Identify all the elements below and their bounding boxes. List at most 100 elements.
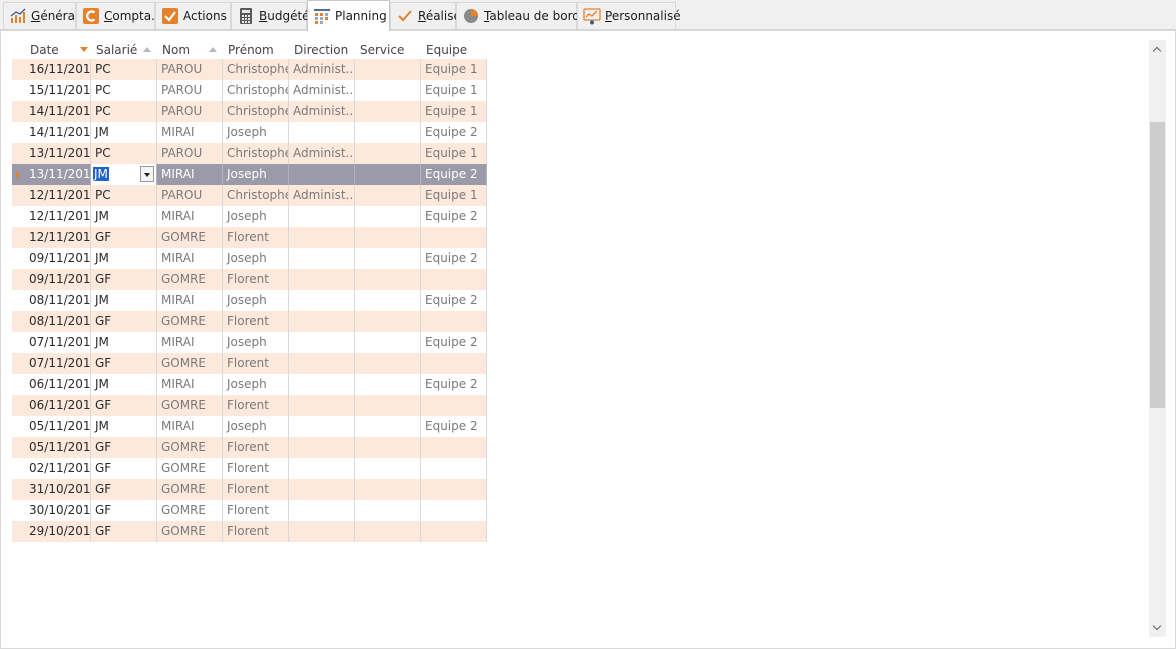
cell-salarie[interactable]: GF: [91, 500, 157, 521]
table-row[interactable]: 05/11/2018JMMIRAIJoseph Equipe 2: [12, 416, 487, 437]
cell-direction[interactable]: [289, 437, 355, 458]
row-indicator[interactable]: [12, 395, 25, 416]
cell-date[interactable]: 16/11/2018: [25, 59, 91, 80]
cell-equipe[interactable]: Equipe 2: [421, 290, 487, 311]
cell-nom[interactable]: MIRAI: [157, 206, 223, 227]
cell-nom[interactable]: GOMRE: [157, 500, 223, 521]
cell-service[interactable]: [355, 290, 421, 311]
cell-date[interactable]: 14/11/2018: [25, 122, 91, 143]
cell-prenom[interactable]: Florent: [223, 269, 289, 290]
column-header-service[interactable]: Service: [355, 40, 421, 60]
tab-tableau-de-bord[interactable]: Tableau de bord: [456, 2, 580, 29]
salarie-editor[interactable]: JM: [91, 164, 157, 185]
cell-prenom[interactable]: Florent: [223, 227, 289, 248]
cell-direction[interactable]: Administ...: [289, 101, 355, 122]
row-indicator[interactable]: [12, 269, 25, 290]
cell-salarie[interactable]: JM: [91, 374, 157, 395]
cell-date[interactable]: 08/11/2018: [25, 311, 91, 332]
cell-salarie[interactable]: PC: [91, 143, 157, 164]
cell-nom[interactable]: GOMRE: [157, 437, 223, 458]
cell-prenom[interactable]: Florent: [223, 458, 289, 479]
cell-direction[interactable]: [289, 290, 355, 311]
column-header-direction[interactable]: Direction: [289, 40, 355, 60]
cell-salarie[interactable]: GF: [91, 521, 157, 542]
cell-date[interactable]: 31/10/2018: [25, 479, 91, 500]
table-row[interactable]: 07/11/2018JMMIRAIJoseph Equipe 2: [12, 332, 487, 353]
row-indicator[interactable]: [12, 521, 25, 542]
cell-equipe[interactable]: [421, 479, 487, 500]
tab-planning[interactable]: Planning: [307, 0, 390, 31]
cell-direction[interactable]: Administ...: [289, 59, 355, 80]
cell-salarie[interactable]: JM: [91, 416, 157, 437]
cell-service[interactable]: [355, 143, 421, 164]
scroll-down-icon[interactable]: [1149, 619, 1166, 637]
row-indicator[interactable]: [12, 311, 25, 332]
cell-service[interactable]: [355, 80, 421, 101]
cell-direction[interactable]: [289, 269, 355, 290]
cell-direction[interactable]: Administ...: [289, 143, 355, 164]
row-indicator[interactable]: [12, 206, 25, 227]
cell-prenom[interactable]: Joseph: [223, 374, 289, 395]
cell-prenom[interactable]: Florent: [223, 353, 289, 374]
column-header-date[interactable]: Date: [25, 40, 91, 60]
cell-service[interactable]: [355, 500, 421, 521]
cell-salarie[interactable]: GF: [91, 395, 157, 416]
dropdown-arrow-icon[interactable]: [140, 166, 154, 182]
cell-equipe[interactable]: Equipe 1: [421, 59, 487, 80]
cell-salarie[interactable]: GF: [91, 458, 157, 479]
row-indicator[interactable]: [12, 227, 25, 248]
cell-equipe[interactable]: [421, 500, 487, 521]
cell-direction[interactable]: [289, 206, 355, 227]
cell-prenom[interactable]: Christophe: [223, 143, 289, 164]
table-row[interactable]: 16/11/2018PCPAROUChristopheAdminist... Eq…: [12, 59, 487, 80]
column-header-salarie[interactable]: Salarié: [91, 40, 157, 60]
cell-nom[interactable]: MIRAI: [157, 332, 223, 353]
column-header-nom[interactable]: Nom: [157, 40, 223, 60]
table-row[interactable]: 08/11/2018JMMIRAIJoseph Equipe 2: [12, 290, 487, 311]
row-indicator[interactable]: [12, 185, 25, 206]
cell-direction[interactable]: [289, 164, 355, 185]
cell-direction[interactable]: [289, 500, 355, 521]
cell-date[interactable]: 14/11/2018: [25, 101, 91, 122]
table-row[interactable]: 02/11/2018GFGOMREFlorent: [12, 458, 487, 479]
cell-date[interactable]: 13/11/2018: [25, 143, 91, 164]
cell-salarie[interactable]: PC: [91, 101, 157, 122]
cell-equipe[interactable]: [421, 311, 487, 332]
cell-nom[interactable]: PAROU: [157, 185, 223, 206]
cell-nom[interactable]: PAROU: [157, 59, 223, 80]
cell-service[interactable]: [355, 479, 421, 500]
cell-service[interactable]: [355, 248, 421, 269]
cell-service[interactable]: [355, 332, 421, 353]
cell-service[interactable]: [355, 185, 421, 206]
cell-equipe[interactable]: Equipe 1: [421, 80, 487, 101]
table-row[interactable]: 14/11/2018PCPAROUChristopheAdminist... Eq…: [12, 101, 487, 122]
table-row[interactable]: 06/11/2018JMMIRAIJoseph Equipe 2: [12, 374, 487, 395]
cell-date[interactable]: 30/10/2018: [25, 500, 91, 521]
cell-salarie[interactable]: PC: [91, 59, 157, 80]
cell-equipe[interactable]: Equipe 2: [421, 374, 487, 395]
row-indicator[interactable]: [12, 479, 25, 500]
cell-direction[interactable]: [289, 353, 355, 374]
column-header-prenom[interactable]: Prénom: [223, 40, 289, 60]
cell-date[interactable]: 07/11/2018: [25, 353, 91, 374]
cell-date[interactable]: 07/11/2018: [25, 332, 91, 353]
table-row[interactable]: 12/11/2018PCPAROUChristopheAdminist... Eq…: [12, 185, 487, 206]
cell-prenom[interactable]: Christophe: [223, 185, 289, 206]
cell-equipe[interactable]: [421, 521, 487, 542]
vertical-scrollbar[interactable]: [1149, 40, 1166, 637]
cell-service[interactable]: [355, 353, 421, 374]
cell-nom[interactable]: MIRAI: [157, 290, 223, 311]
cell-salarie[interactable]: JM: [91, 248, 157, 269]
table-row[interactable]: 14/11/2018JMMIRAIJoseph Equipe 2: [12, 122, 487, 143]
cell-service[interactable]: [355, 101, 421, 122]
cell-direction[interactable]: [289, 374, 355, 395]
table-row[interactable]: 31/10/2018GFGOMREFlorent: [12, 479, 487, 500]
cell-nom[interactable]: GOMRE: [157, 479, 223, 500]
cell-nom[interactable]: GOMRE: [157, 353, 223, 374]
row-indicator[interactable]: [12, 143, 25, 164]
row-indicator[interactable]: [12, 122, 25, 143]
cell-equipe[interactable]: Equipe 2: [421, 122, 487, 143]
row-indicator[interactable]: [12, 374, 25, 395]
row-indicator[interactable]: [12, 416, 25, 437]
cell-prenom[interactable]: Florent: [223, 395, 289, 416]
